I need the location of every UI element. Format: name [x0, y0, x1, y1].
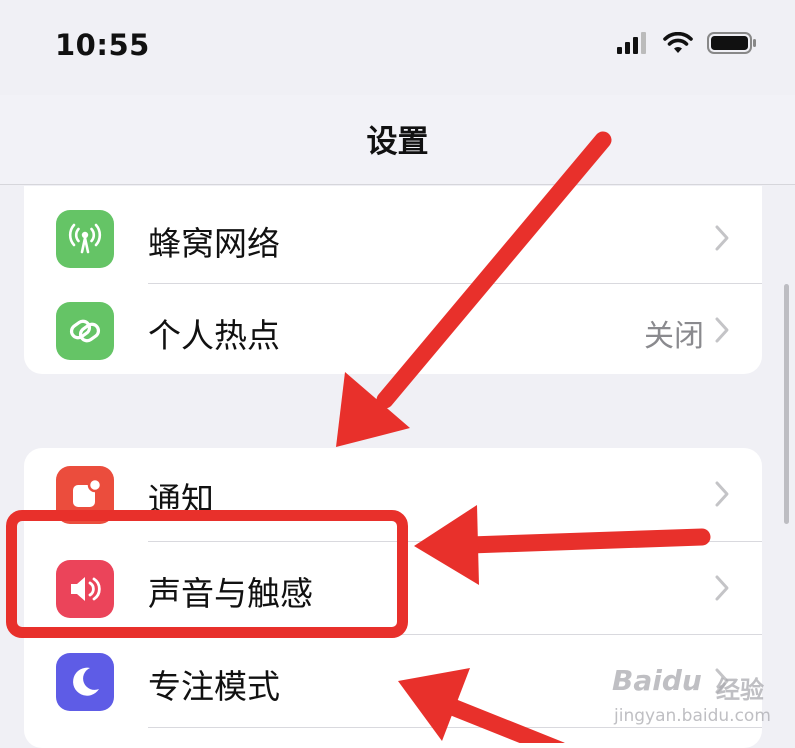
row-label-focus: 专注模式	[148, 667, 280, 706]
row-label-hotspot: 个人热点	[148, 316, 280, 355]
scroll-indicator[interactable]	[784, 284, 789, 524]
status-time: 10:55	[55, 28, 150, 62]
page-title: 设置	[366, 124, 429, 160]
settings-row-hotspot[interactable]: 个人热点 关闭	[24, 284, 762, 374]
cellular-signal-icon	[617, 32, 646, 54]
watermark-brand-cn: 经验	[716, 676, 764, 704]
status-icons	[617, 32, 757, 54]
settings-row-cellular[interactable]: 蜂窝网络	[24, 192, 762, 284]
row-value-hotspot: 关闭	[644, 319, 704, 354]
cellular-antenna-icon	[56, 210, 114, 268]
row-label-cellular: 蜂窝网络	[148, 224, 280, 263]
settings-group-network: 蜂窝网络 个人热点 关闭	[24, 186, 762, 374]
chevron-right-icon	[715, 317, 729, 343]
navigation-bar: 设置	[0, 95, 795, 185]
watermark-brand: Baidu	[612, 664, 702, 697]
annotation-highlight-box	[6, 510, 408, 638]
wifi-icon	[663, 32, 693, 53]
chevron-right-icon	[715, 575, 729, 601]
baidu-watermark: Baidu 经验 jingyan.baidu.com	[612, 664, 782, 739]
watermark-url: jingyan.baidu.com	[614, 706, 771, 726]
battery-icon	[707, 32, 756, 54]
chevron-right-icon	[715, 481, 729, 507]
hotspot-link-icon	[56, 302, 114, 360]
moon-icon	[56, 653, 114, 711]
status-bar: 10:55	[0, 0, 795, 95]
chevron-right-icon	[715, 225, 729, 251]
